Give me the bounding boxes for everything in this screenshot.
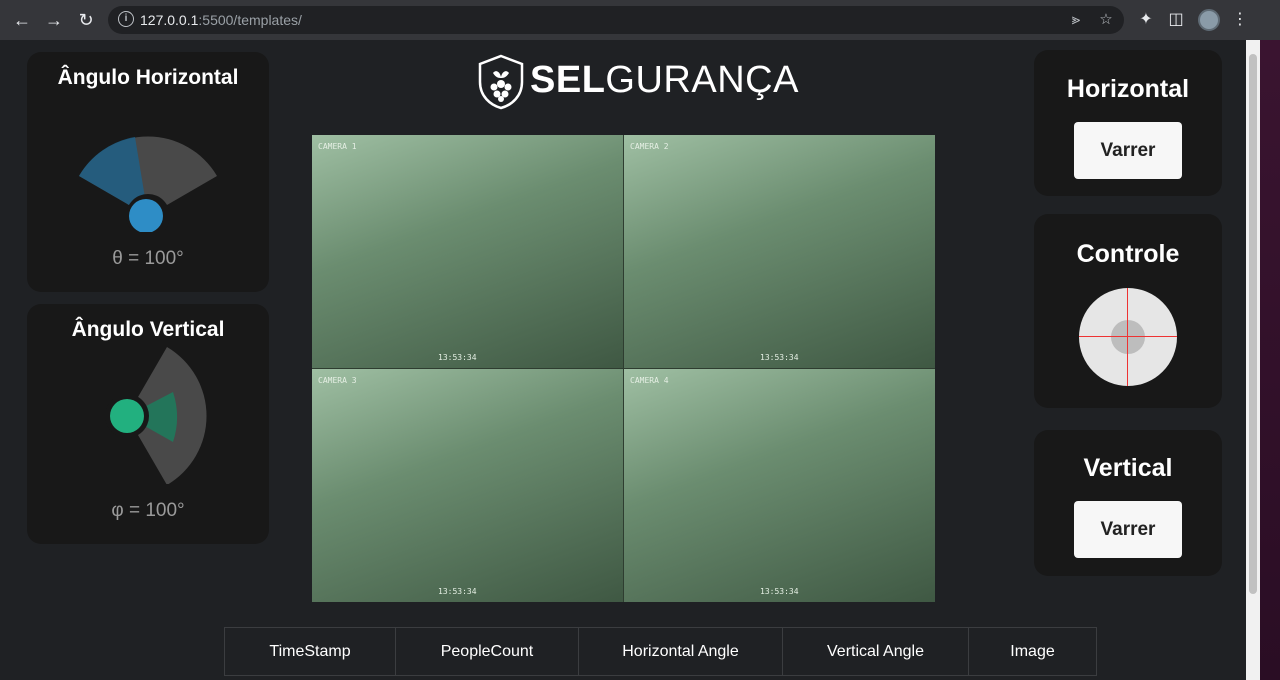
column-header-horizontal-angle: Horizontal Angle <box>578 627 783 676</box>
horizontal-angle-title: Ângulo Horizontal <box>57 66 239 89</box>
desktop-background <box>1260 40 1280 680</box>
column-header-people-count: PeopleCount <box>395 627 579 676</box>
browser-toolbar: ← → ↻ i 127.0.0.1:5500/templates/ ⪢ ☆ ✦ … <box>0 0 1280 40</box>
joystick-knob[interactable] <box>1111 320 1145 354</box>
crosshair-vertical-line <box>1127 288 1128 386</box>
horizontal-angle-readout: θ = 100° <box>112 248 184 269</box>
vertical-control-title: Vertical <box>1083 454 1173 482</box>
camera-2-timestamp: 13:53:34 <box>760 353 799 362</box>
vertical-control-card: Vertical Varrer <box>1034 430 1222 576</box>
column-header-timestamp: TimeStamp <box>224 627 396 676</box>
column-header-vertical-angle: Vertical Angle <box>782 627 969 676</box>
share-icon[interactable]: ⪢ <box>1066 10 1086 30</box>
horizontal-gauge-knob[interactable] <box>129 199 163 232</box>
back-icon[interactable]: ← <box>10 8 34 32</box>
side-panel-icon[interactable]: ◫ <box>1164 8 1188 32</box>
profile-avatar[interactable] <box>1198 9 1220 31</box>
horizontal-control-card: Horizontal Varrer <box>1034 50 1222 196</box>
vertical-angle-card: Ângulo Vertical φ = 100° <box>27 304 269 544</box>
camera-3-timestamp: 13:53:34 <box>438 587 477 596</box>
raspberry-shield-logo-icon <box>478 54 524 110</box>
camera-grid-feed: CAMERA 1 13:53:34 CAMERA 2 13:53:34 CAME… <box>312 135 935 602</box>
camera-1-timestamp: 13:53:34 <box>438 353 477 362</box>
url-text[interactable]: 127.0.0.1:5500/templates/ <box>140 12 302 28</box>
vertical-angle-readout: φ = 100° <box>111 500 185 521</box>
scrollbar-thumb[interactable] <box>1249 54 1257 594</box>
table-header-row: TimeStamp PeopleCount Horizontal Angle V… <box>224 627 1097 676</box>
joystick-pad[interactable] <box>1079 288 1177 386</box>
vertical-angle-title: Ângulo Vertical <box>71 318 225 341</box>
camera-4-feed: CAMERA 4 13:53:34 <box>624 369 935 602</box>
vertical-sweep-button[interactable]: Varrer <box>1074 501 1182 558</box>
horizontal-angle-gauge <box>79 136 217 232</box>
camera-4-label: CAMERA 4 <box>630 376 669 385</box>
detection-log-table: TimeStamp PeopleCount Horizontal Angle V… <box>224 627 1097 676</box>
address-bar[interactable]: i 127.0.0.1:5500/templates/ ⪢ ☆ <box>108 6 1124 34</box>
brand-title: SELGURANÇA <box>530 59 799 101</box>
bookmark-star-icon[interactable]: ☆ <box>1096 10 1116 30</box>
vertical-angle-gauge <box>105 347 207 484</box>
vertical-gauge-knob[interactable] <box>110 399 144 433</box>
forward-icon[interactable]: → <box>42 8 66 32</box>
camera-2-label: CAMERA 2 <box>630 142 669 151</box>
camera-1-label: CAMERA 1 <box>318 142 357 151</box>
menu-kebab-icon[interactable]: ⋮ <box>1228 8 1252 32</box>
column-header-image: Image <box>968 627 1097 676</box>
page-content: Ângulo Horizontal θ = 100° Ângulo Vertic… <box>0 40 1246 680</box>
crosshair-horizontal-line <box>1079 336 1177 337</box>
horizontal-angle-card: Ângulo Horizontal θ = 100° <box>27 52 269 292</box>
extensions-icon[interactable]: ✦ <box>1134 8 1158 32</box>
camera-4-timestamp: 13:53:34 <box>760 587 799 596</box>
camera-3-label: CAMERA 3 <box>318 376 357 385</box>
camera-2-feed: CAMERA 2 13:53:34 <box>624 135 935 368</box>
reload-icon[interactable]: ↻ <box>74 8 98 32</box>
camera-1-feed: CAMERA 1 13:53:34 <box>312 135 623 368</box>
horizontal-sweep-button[interactable]: Varrer <box>1074 122 1182 179</box>
info-icon[interactable]: i <box>118 11 134 27</box>
joystick-control-card: Controle <box>1034 214 1222 408</box>
horizontal-control-title: Horizontal <box>1066 75 1190 103</box>
joystick-title: Controle <box>1076 240 1180 268</box>
camera-3-feed: CAMERA 3 13:53:34 <box>312 369 623 602</box>
